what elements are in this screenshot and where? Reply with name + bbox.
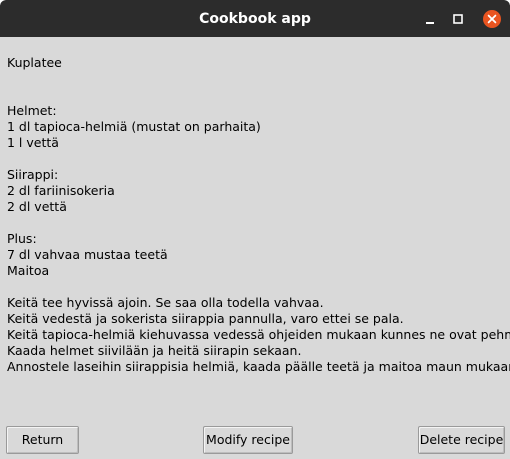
recipe-name: Kuplatee — [7, 55, 62, 70]
modify-recipe-button[interactable]: Modify recipe — [203, 426, 293, 454]
ingredient-line: 2 dl fariinisokeria — [7, 183, 115, 198]
minimize-icon — [426, 22, 434, 24]
instructions: Keitä tee hyvissä ajoin. Se saa olla tod… — [7, 295, 510, 375]
section-heading: Plus: — [7, 231, 37, 246]
title-bar[interactable]: Cookbook app — [0, 0, 510, 37]
ingredient-line: 1 l vettä — [7, 135, 59, 150]
recipe-view: Kuplatee Helmet: 1 dl tapioca-helmiä (mu… — [7, 55, 510, 375]
ingredient-line: 2 dl vettä — [7, 199, 67, 214]
section-heading: Siirappi: — [7, 167, 59, 182]
app-window: Cookbook app Kuplatee Helmet: 1 dl tapio… — [0, 0, 510, 459]
ingredient-line: 7 dl vahvaa mustaa teetä — [7, 247, 168, 262]
ingredient-section-plus: Plus: 7 dl vahvaa mustaa teetä Maitoa — [7, 231, 507, 279]
close-button[interactable] — [482, 9, 502, 29]
instruction-line: Kaada helmet siivilään ja heitä siirapin… — [7, 343, 302, 358]
ingredient-section-siirappi: Siirappi: 2 dl fariinisokeria 2 dl vettä — [7, 167, 507, 215]
minimize-button[interactable] — [420, 9, 440, 29]
delete-recipe-button[interactable]: Delete recipe — [418, 426, 505, 454]
maximize-icon — [453, 14, 463, 24]
instruction-line: Keitä tapioca-helmiä kiehuvassa vedessä … — [7, 327, 510, 342]
instruction-line: Keitä vedestä ja sokerista siirappia pan… — [7, 311, 404, 326]
maximize-button[interactable] — [448, 9, 468, 29]
instruction-line: Keitä tee hyvissä ajoin. Se saa olla tod… — [7, 295, 324, 310]
instruction-line: Annostele laseihin siirappisia helmiä, k… — [7, 359, 510, 374]
ingredient-line: 1 dl tapioca-helmiä (mustat on parhaita) — [7, 119, 261, 134]
return-button[interactable]: Return — [6, 426, 79, 454]
section-heading: Helmet: — [7, 103, 57, 118]
ingredient-section-helmet: Helmet: 1 dl tapioca-helmiä (mustat on p… — [7, 103, 507, 151]
ingredient-line: Maitoa — [7, 263, 50, 278]
close-icon — [483, 10, 501, 28]
